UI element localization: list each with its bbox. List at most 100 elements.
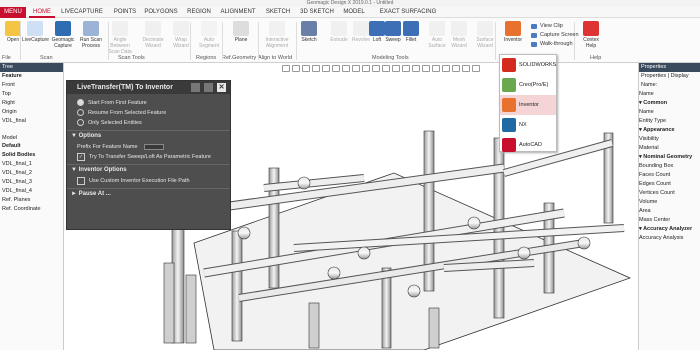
transfer-option-radio[interactable]: Start From First Feature bbox=[67, 98, 230, 108]
tab-model[interactable]: MODEL bbox=[340, 7, 368, 18]
tab-menu[interactable]: MENU bbox=[0, 7, 26, 18]
ribbon-sketch-button[interactable]: Sketch bbox=[296, 21, 322, 54]
properties-header: Properties bbox=[639, 63, 700, 72]
ribbon-run-scan-process-button[interactable]: Run Scan Process bbox=[78, 21, 104, 54]
model-tree-item[interactable]: VDL_final_3 bbox=[0, 178, 63, 187]
export-option-autocad[interactable]: AutoCAD bbox=[500, 135, 556, 155]
autocad-icon bbox=[502, 138, 516, 152]
model-tree-item[interactable]: VDL_final_1 bbox=[0, 160, 63, 169]
property-row: Bounding Box bbox=[639, 163, 674, 169]
transfer-option-radio[interactable]: Only Selected Entities bbox=[67, 118, 230, 128]
name-label: Name: bbox=[641, 82, 658, 88]
properties-tabs: Properties | Display bbox=[641, 73, 689, 79]
tab-display[interactable]: Display bbox=[671, 73, 689, 79]
export-option-creo-pro-e-[interactable]: Creo(Pro/E) bbox=[500, 75, 556, 95]
custom-path-checkbox[interactable]: Use Custom Inventor Execution File Path bbox=[67, 176, 230, 186]
transfer-option-radio[interactable]: Resume From Selected Feature bbox=[67, 108, 230, 118]
property-row: ▾ Common bbox=[639, 100, 668, 106]
prefix-input[interactable] bbox=[143, 143, 164, 150]
tree-item[interactable]: Top bbox=[0, 90, 63, 99]
model-tree-item[interactable]: Solid Bodies bbox=[0, 151, 63, 160]
pipe-vertical bbox=[381, 267, 392, 349]
model-tree-items: Default Solid Bodies VDL_final_1 VDL_fin… bbox=[0, 142, 63, 214]
flange bbox=[577, 236, 591, 250]
tab-points[interactable]: POINTS bbox=[110, 7, 140, 18]
tree-item[interactable]: Origin bbox=[0, 108, 63, 117]
close-icon[interactable]: ✕ bbox=[217, 83, 226, 92]
support-block bbox=[163, 262, 175, 344]
model-tree-item[interactable]: VDL_final_4 bbox=[0, 187, 63, 196]
ribbon-geomagic-capture-button[interactable]: Geomagic Capture bbox=[50, 21, 76, 54]
export-option-nx[interactable]: NX bbox=[500, 115, 556, 135]
tree-item[interactable]: Feature bbox=[0, 72, 63, 81]
capture-screen-button[interactable]: Capture Screen bbox=[529, 31, 589, 40]
property-row: Visibility bbox=[639, 136, 659, 142]
tab-home[interactable]: HOME bbox=[29, 7, 55, 18]
ribbon-plane-icon bbox=[233, 21, 249, 36]
livetransfer-panel: LiveTransfer(TM) To Inventor ✕ Start Fro… bbox=[66, 80, 231, 230]
pause-section-header[interactable]: ► Pause At ... bbox=[67, 188, 230, 200]
export-option-label: Creo(Pro/E) bbox=[519, 82, 549, 88]
tab-region[interactable]: REGION bbox=[183, 7, 215, 18]
support-block bbox=[185, 274, 197, 344]
minimize-icon[interactable] bbox=[191, 83, 200, 92]
ribbon-open-icon bbox=[5, 21, 21, 36]
tab-exact-surfacing[interactable]: EXACT SURFACING bbox=[372, 7, 444, 18]
pause-label: Pause At ... bbox=[78, 191, 111, 197]
sweep-checkbox[interactable]: Try To Transfer Sweep/Loft As Parametric… bbox=[67, 152, 230, 162]
ribbon-separator bbox=[495, 22, 496, 60]
export-option-inventor[interactable]: Inventor bbox=[500, 95, 556, 115]
walk-through-button[interactable]: Walk-through bbox=[529, 40, 589, 49]
ribbon-decimate-wizard-icon bbox=[145, 21, 161, 36]
tree-item[interactable]: Right bbox=[0, 99, 63, 108]
ribbon-button-label: Inventor bbox=[503, 37, 523, 43]
ribbon-interactive-alignment-button[interactable]: Interactive Alignment bbox=[264, 21, 290, 54]
ribbon-group-help: Help bbox=[590, 55, 602, 61]
flange bbox=[407, 284, 421, 298]
model-tree-item[interactable]: Ref. Planes bbox=[0, 196, 63, 205]
model-tree-item[interactable]: Default bbox=[0, 142, 63, 151]
ribbon-inventor-icon bbox=[505, 21, 521, 36]
model-tree-item[interactable]: VDL_final_2 bbox=[0, 169, 63, 178]
name-row: Name: bbox=[639, 81, 700, 90]
property-row: Material bbox=[639, 145, 659, 151]
property-row: Volume bbox=[639, 199, 658, 205]
tab-sketch[interactable]: SKETCH bbox=[262, 7, 294, 18]
options-section-header[interactable]: ▼ Options bbox=[67, 130, 230, 142]
model-tree-item[interactable]: Ref. Coordinate bbox=[0, 205, 63, 214]
ribbon-extrude-icon bbox=[331, 21, 347, 36]
ribbon-decimate-wizard-button[interactable]: Decimate Wizard bbox=[140, 21, 166, 54]
ribbon-inventor-button[interactable]: Inventor bbox=[500, 21, 526, 54]
tab-3d-sketch[interactable]: 3D SKETCH bbox=[298, 7, 336, 18]
ribbon-auto-segment-button[interactable]: Auto Segment bbox=[196, 21, 222, 54]
inventor-options-header[interactable]: ▼ Inventor Options bbox=[67, 164, 230, 176]
tab-livecapture[interactable]: LIVECAPTURE bbox=[58, 7, 106, 18]
property-row: ▾ Nominal Geometry bbox=[639, 154, 693, 160]
export-option-solidworks[interactable]: SOLIDWORKS bbox=[500, 55, 556, 75]
ribbon-fillet-button[interactable]: Fillet bbox=[398, 21, 424, 54]
flange bbox=[237, 226, 251, 240]
creo-pro-e--icon bbox=[502, 78, 516, 92]
ribbon-plane-button[interactable]: Plane bbox=[228, 21, 254, 54]
ribbon-surface-wizard-icon bbox=[477, 21, 493, 36]
tab-polygons[interactable]: POLYGONS bbox=[143, 7, 179, 18]
prefix-label: Prefix For Feature Name bbox=[77, 144, 138, 150]
ribbon-geomagic-capture-icon bbox=[55, 21, 71, 36]
ribbon-livecapture-button[interactable]: LiveCapture bbox=[22, 21, 49, 54]
tab-properties[interactable]: Properties bbox=[641, 73, 666, 79]
pin-icon[interactable] bbox=[204, 83, 213, 92]
export-option-label: Inventor bbox=[519, 102, 539, 108]
tree-item[interactable]: Front bbox=[0, 81, 63, 90]
ribbon-separator bbox=[258, 22, 259, 60]
view-clip-button[interactable]: View Clip bbox=[529, 22, 589, 31]
flange bbox=[297, 176, 311, 190]
inventor-header-label: Inventor Options bbox=[78, 167, 127, 173]
ribbon-mesh-wizard-button[interactable]: Mesh Wizard bbox=[446, 21, 472, 54]
ribbon-button-label: Auto Segment bbox=[198, 37, 219, 49]
property-row: Name bbox=[639, 109, 654, 115]
flange bbox=[467, 216, 481, 230]
tab-alignment[interactable]: ALIGNMENT bbox=[218, 7, 258, 18]
ribbon-angle-between-scan-data-button[interactable]: Angle Between Scan Data bbox=[107, 21, 133, 55]
property-row: ▾ Accuracy Analyzer bbox=[639, 226, 693, 232]
tree-item[interactable]: VDL_final bbox=[0, 117, 63, 126]
